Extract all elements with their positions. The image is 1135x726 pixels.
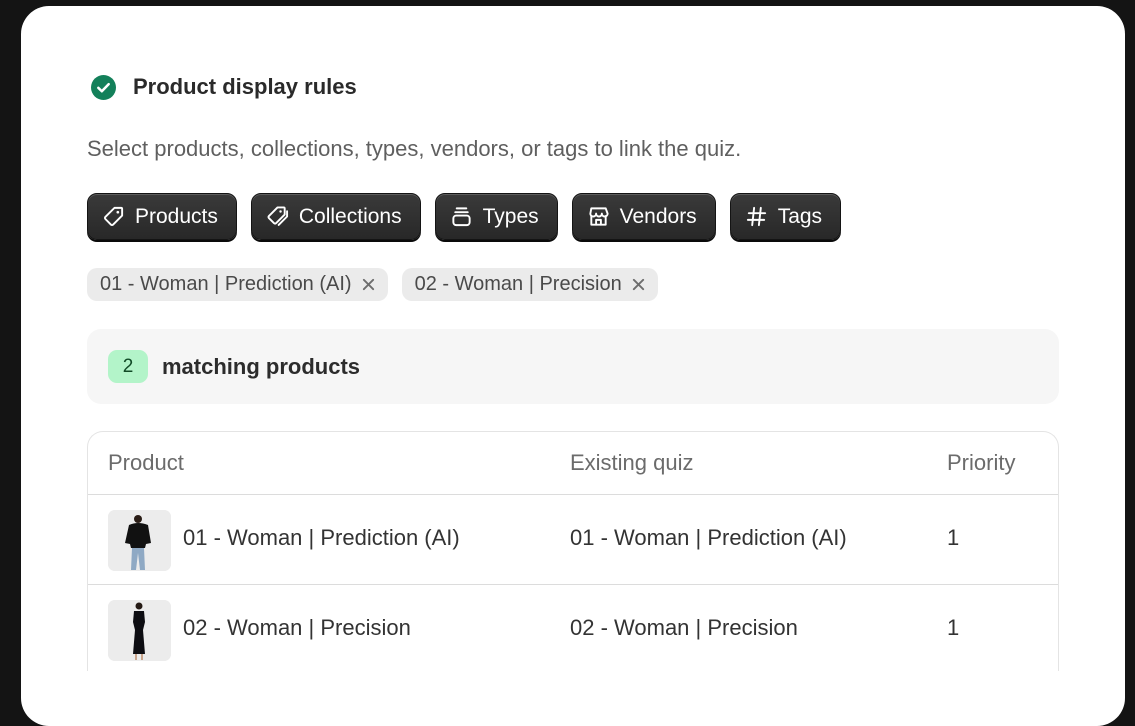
- hash-icon: [746, 206, 766, 227]
- types-filter-button[interactable]: Types: [434, 193, 558, 240]
- priority-value: 1: [947, 525, 960, 550]
- selected-chips: 01 - Woman | Prediction (AI) 02 - Woman …: [87, 268, 658, 301]
- stack-icon: [451, 207, 471, 227]
- tags-icon: [267, 206, 288, 226]
- tag-icon: [104, 206, 124, 226]
- close-icon[interactable]: [361, 277, 376, 292]
- product-name: 02 - Woman | Precision: [183, 615, 411, 640]
- section-description: Select products, collections, types, ven…: [87, 136, 742, 161]
- products-filter-label: Products: [135, 204, 218, 228]
- existing-quiz: 02 - Woman | Precision: [570, 615, 798, 640]
- check-circle-icon: [91, 74, 116, 100]
- matching-label: matching products: [162, 353, 361, 379]
- store-icon: [589, 207, 609, 226]
- vendors-filter-button[interactable]: Vendors: [571, 193, 716, 240]
- page-title: Product display rules: [133, 74, 357, 99]
- selected-chip: 02 - Woman | Precision: [401, 268, 658, 301]
- product-thumbnail: [108, 510, 171, 571]
- section-header: Product display rules: [91, 74, 357, 100]
- tags-filter-button[interactable]: Tags: [729, 193, 842, 240]
- column-header-existing-quiz: Existing quiz: [570, 450, 694, 475]
- selected-chip: 01 - Woman | Prediction (AI): [87, 268, 388, 301]
- count-badge: 2: [108, 350, 148, 383]
- product-rules-card: Product display rules Select products, c…: [21, 6, 1125, 726]
- priority-value: 1: [947, 615, 960, 640]
- vendors-filter-label: Vendors: [619, 204, 697, 228]
- collections-filter-label: Collections: [298, 204, 402, 228]
- types-filter-label: Types: [482, 204, 539, 228]
- collections-filter-button[interactable]: Collections: [250, 193, 421, 240]
- table-header: Product Existing quiz Priority: [88, 432, 1058, 495]
- close-icon[interactable]: [631, 277, 646, 292]
- product-thumbnail: [108, 600, 171, 661]
- matching-products-summary: 2 matching products: [87, 329, 1059, 404]
- column-header-priority: Priority: [947, 450, 1016, 475]
- table-row[interactable]: 02 - Woman | Precision 02 - Woman | Prec…: [88, 585, 1058, 671]
- product-name: 01 - Woman | Prediction (AI): [183, 525, 460, 550]
- products-table: Product Existing quiz Priority 01 - Woma…: [87, 431, 1059, 671]
- existing-quiz: 01 - Woman | Prediction (AI): [570, 525, 847, 550]
- products-filter-button[interactable]: Products: [87, 193, 237, 240]
- tags-filter-label: Tags: [777, 204, 823, 228]
- filter-button-group: Products Collections Types Vendors Tags: [87, 193, 842, 240]
- chip-label: 01 - Woman | Prediction (AI): [100, 273, 352, 295]
- column-header-product: Product: [108, 450, 184, 475]
- chip-label: 02 - Woman | Precision: [414, 273, 622, 295]
- table-row[interactable]: 01 - Woman | Prediction (AI) 01 - Woman …: [88, 495, 1058, 585]
